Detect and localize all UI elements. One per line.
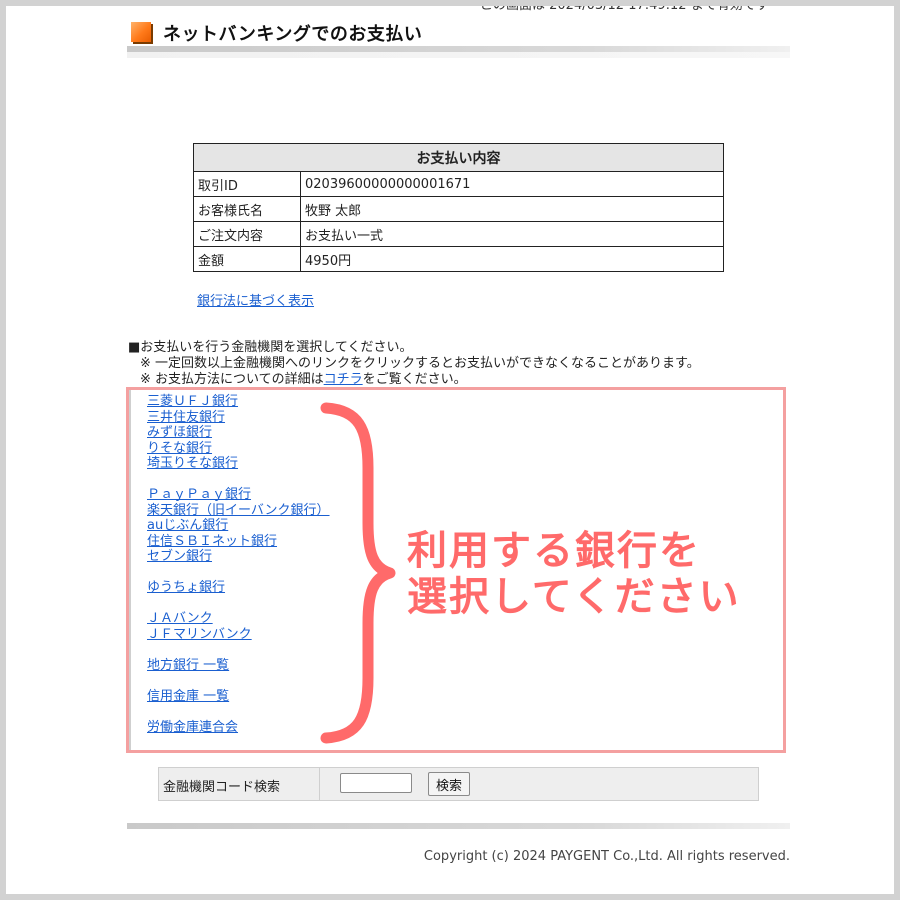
instruction-line: ■お支払いを行う金融機関を選択してください。 — [128, 340, 413, 355]
bank-link[interactable]: 信用金庫 一覧 — [147, 689, 330, 705]
instructions: ■お支払いを行う金融機関を選択してください。 ※ 一定回数以上金融機関へのリンク… — [128, 340, 700, 388]
bank-link[interactable]: 三井住友銀行 — [147, 410, 330, 426]
bank-link[interactable]: ＰａｙＰａｙ銀行 — [147, 487, 330, 503]
bank-link[interactable]: ＪＡバンク — [147, 611, 330, 627]
order-content-label: ご注文内容 — [193, 221, 301, 247]
bank-link[interactable]: 地方銀行 一覧 — [147, 658, 330, 674]
header-subrule — [127, 52, 790, 58]
bank-list: 三菱ＵＦＪ銀行 三井住友銀行 みずほ銀行 りそな銀行 埼玉りそな銀行 ＰａｙＰａ… — [147, 394, 330, 735]
bank-link[interactable]: ゆうちょ銀行 — [147, 580, 330, 596]
orange-square-icon — [131, 22, 151, 42]
transaction-id-value: 02039600000000001671 — [300, 171, 724, 197]
copyright-text: Copyright (c) 2024 PAYGENT Co.,Ltd. All … — [423, 849, 790, 864]
callout-text: 利用する銀行を 選択してください — [407, 528, 741, 620]
customer-name-label: お客様氏名 — [193, 196, 301, 222]
bank-link[interactable]: 住信ＳＢＩネット銀行 — [147, 534, 330, 550]
payment-details-table: お支払い内容 取引ID 02039600000000001671 お客様氏名 牧… — [193, 143, 724, 272]
bank-link[interactable]: みずほ銀行 — [147, 425, 330, 441]
callout-line-1: 利用する銀行を — [407, 528, 701, 574]
bank-link[interactable]: 楽天銀行（旧イーバンク銀行） — [147, 503, 330, 519]
customer-name-value: 牧野 太郎 — [300, 196, 724, 222]
bank-link[interactable]: auじぶん銀行 — [147, 518, 330, 534]
instruction-details: ※ お支払方法についての詳細はコチラをご覧ください。 — [128, 372, 700, 388]
details-text-before: ※ お支払方法についての詳細は — [140, 372, 324, 387]
page-title: ネットバンキングでのお支払い — [163, 24, 423, 45]
search-divider — [319, 768, 320, 800]
table-row: 金額 4950円 — [193, 246, 724, 272]
instruction-warning: ※ 一定回数以上金融機関へのリンクをクリックするとお支払いができなくなることがあ… — [140, 356, 700, 371]
bank-code-search: 金融機関コード検索 検索 — [158, 767, 759, 801]
bank-code-input[interactable] — [340, 773, 412, 793]
bank-link[interactable]: 埼玉りそな銀行 — [147, 456, 330, 472]
bank-link[interactable]: 三菱ＵＦＪ銀行 — [147, 394, 330, 410]
bank-link[interactable]: りそな銀行 — [147, 441, 330, 457]
table-row: 取引ID 02039600000000001671 — [193, 171, 724, 197]
bank-link[interactable]: 労働金庫連合会 — [147, 720, 330, 736]
amount-value: 4950円 — [300, 246, 724, 272]
curly-brace-icon — [320, 402, 396, 744]
callout-line-2: 選択してください — [407, 574, 741, 620]
amount-label: 金額 — [193, 246, 301, 272]
payment-table-heading: お支払い内容 — [193, 143, 724, 172]
table-row: お客様氏名 牧野 太郎 — [193, 196, 724, 222]
bank-link[interactable]: ＪＦマリンバンク — [147, 627, 330, 643]
transaction-id-label: 取引ID — [193, 171, 301, 197]
footer-rule — [127, 823, 790, 829]
search-label: 金融機関コード検索 — [163, 780, 281, 795]
details-link[interactable]: コチラ — [324, 372, 363, 387]
search-button[interactable]: 検索 — [428, 772, 470, 796]
page-header: ネットバンキングでのお支払い — [127, 18, 790, 48]
bank-box-inner-border — [129, 390, 131, 750]
bank-link[interactable]: セブン銀行 — [147, 549, 330, 565]
order-content-value: お支払い一式 — [300, 221, 724, 247]
validity-notice: この画面は 2024/03/12 17:49:12 まで有効です — [480, 0, 769, 12]
table-row: ご注文内容 お支払い一式 — [193, 221, 724, 247]
bank-law-link[interactable]: 銀行法に基づく表示 — [197, 290, 314, 309]
details-text-after: をご覧ください。 — [362, 372, 467, 387]
